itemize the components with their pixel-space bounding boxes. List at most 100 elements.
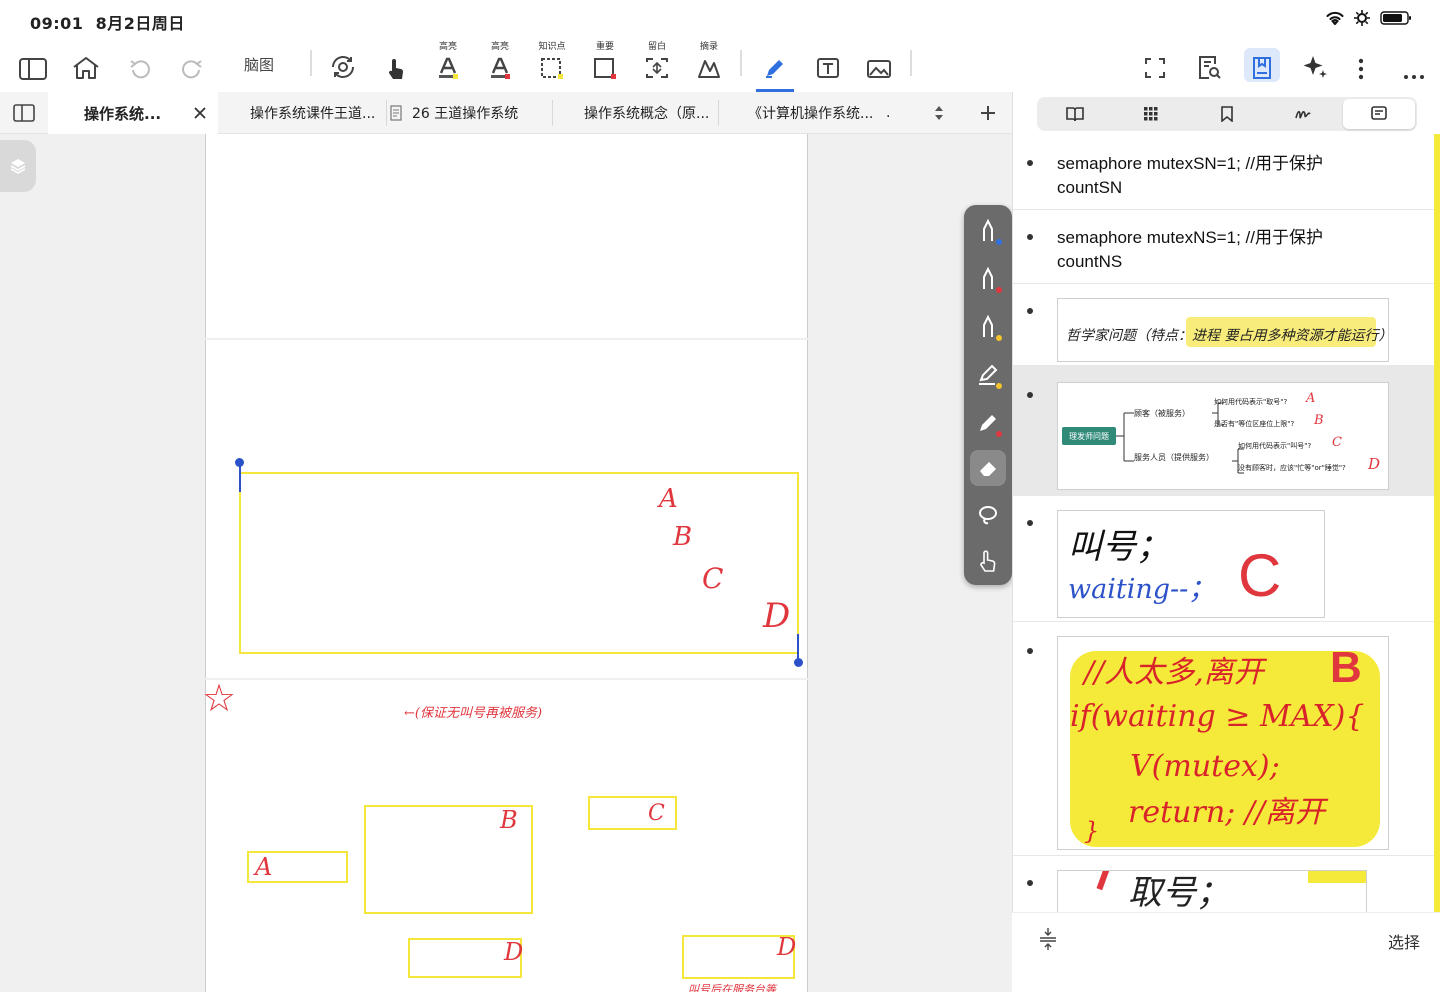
tab-os-courseware[interactable]: 操作系统课件王道...: [250, 92, 386, 134]
tab-divider: [552, 100, 553, 126]
mindmap-branch-server: 服务人员（提供服务）: [1134, 453, 1214, 462]
tab-computer-os[interactable]: 《计算机操作系统...: [748, 92, 873, 134]
mindmap-leaf: 是否有"等位区座位上限"?: [1214, 420, 1295, 428]
mindmap-thumbnail[interactable]: 理发师问题 顾客（被服务） 服务人员（提供服务） 如何用代码表示"取号"? 是否…: [1057, 382, 1389, 490]
more-horizontal-button[interactable]: [1400, 38, 1428, 92]
eraser-button[interactable]: [970, 450, 1006, 486]
pencil-button[interactable]: [970, 405, 1006, 441]
tab-bookmarks[interactable]: [1191, 99, 1263, 129]
pencil-icon: [980, 415, 996, 431]
more-vertical-button[interactable]: [1350, 38, 1372, 92]
ai-assistant-button[interactable]: [1300, 38, 1330, 92]
tab-sort-button[interactable]: [928, 92, 950, 134]
undo-icon: [130, 60, 150, 79]
fullscreen-button[interactable]: [1140, 38, 1170, 92]
mindmap-mark-a: A: [1306, 391, 1316, 406]
collapse-button[interactable]: [1038, 927, 1058, 955]
document-canvas[interactable]: A B C D ☆ ←(保证无叫号再被服务) A B C D D 叫号后在服务台…: [0, 134, 1012, 992]
more-horizontal-icon: [1404, 75, 1424, 79]
partial-thumbnail[interactable]: 取号；: [1057, 870, 1367, 912]
panel-view-switcher: [1037, 97, 1417, 131]
important-button[interactable]: 重要: [590, 38, 620, 92]
tab-grid-view[interactable]: [1115, 99, 1187, 129]
note-item[interactable]: 哲学家问题（特点：进程 要占用多种资源才能运行）: [1013, 284, 1435, 366]
split-view-button[interactable]: [0, 92, 48, 134]
blank-space-button[interactable]: 留白: [642, 38, 672, 92]
select-button[interactable]: 选择: [1388, 929, 1420, 953]
mindmap-branch-customer: 顾客（被服务）: [1134, 409, 1190, 418]
close-tab-icon[interactable]: [194, 107, 206, 119]
knowledge-box-icon: [541, 58, 563, 79]
sort-arrows-icon: [935, 106, 943, 120]
image-icon: [867, 60, 891, 78]
notebook-button[interactable]: [1244, 38, 1280, 92]
code-thumbnail[interactable]: //人太多,离开 B if(waiting ≥ MAX){ V(mutex); …: [1057, 636, 1389, 850]
note-item-selected[interactable]: 理发师问题 顾客（被服务） 服务人员（提供服务） 如何用代码表示"取号"? 是否…: [1013, 366, 1435, 496]
notebook-icon: [1253, 57, 1271, 79]
sidebar-toggle-button[interactable]: [16, 38, 50, 92]
search-document-button[interactable]: [1194, 38, 1224, 92]
tab-notes[interactable]: [1343, 99, 1415, 129]
highlighter-button[interactable]: [970, 357, 1006, 393]
blank-space-icon: [646, 58, 668, 78]
note-item[interactable]: 取号；: [1013, 856, 1435, 916]
notes-footer: 选择: [1012, 912, 1440, 992]
excerpt-button[interactable]: 摘录: [694, 38, 724, 92]
text-box-button[interactable]: [814, 38, 842, 92]
document-search-icon: [1199, 56, 1221, 79]
tab-os-concepts[interactable]: 操作系统概念（原...: [584, 92, 718, 134]
mindmap-leaf: 没有顾客时，应该"忙等"or"睡觉"?: [1238, 464, 1346, 472]
selection-handle-start[interactable]: [239, 464, 241, 492]
battery-icon: [1380, 11, 1411, 25]
sync-button[interactable]: [328, 38, 358, 92]
tab-os-active[interactable]: 操作系统...: [48, 92, 218, 134]
excerpt-thumbnail[interactable]: 哲学家问题（特点：进程 要占用多种资源才能运行）: [1057, 298, 1389, 362]
collapse-icon: [1040, 928, 1056, 950]
layers-button[interactable]: [0, 140, 36, 192]
handwritten-bottom-note: 叫号后在服务台等: [688, 983, 776, 992]
note-item[interactable]: 叫号； waiting--； C: [1013, 496, 1435, 622]
knowledge-point-button[interactable]: 知识点: [536, 38, 568, 92]
note-text: semaphore mutexSN=1; //用于保护 countSN: [1057, 154, 1323, 197]
pen-yellow-button[interactable]: [970, 309, 1006, 345]
mindmap-button[interactable]: 脑图: [238, 38, 280, 92]
handwritten-b: B: [673, 522, 693, 552]
more-vertical-icon: [1358, 58, 1364, 80]
note-item[interactable]: semaphore mutexNS=1; //用于保护 countNS: [1013, 210, 1435, 284]
lasso-button[interactable]: [970, 497, 1006, 533]
toolbar-divider: [910, 50, 912, 76]
highlight-red-button[interactable]: 高亮: [486, 38, 514, 92]
tab-handwriting[interactable]: [1267, 99, 1339, 129]
note-item[interactable]: semaphore mutexSN=1; //用于保护 countSN: [1013, 136, 1435, 210]
notes-scrollbar[interactable]: [1434, 134, 1440, 914]
pdf-page[interactable]: [205, 134, 808, 338]
pen-tool-button[interactable]: [756, 38, 794, 92]
note-item[interactable]: //人太多,离开 B if(waiting ≥ MAX){ V(mutex); …: [1013, 622, 1435, 856]
notes-panel: semaphore mutexSN=1; //用于保护 countSN sema…: [1012, 92, 1440, 992]
fountain-pen-icon: [983, 219, 993, 241]
image-button[interactable]: [864, 38, 894, 92]
handwriting-thumbnail[interactable]: 叫号； waiting--； C: [1057, 510, 1325, 618]
undo-button[interactable]: [128, 38, 152, 92]
hand-tool-button[interactable]: [384, 38, 408, 92]
pen-red-button[interactable]: [970, 261, 1006, 297]
tab-doc-icon: [390, 92, 408, 134]
pen-blue-button[interactable]: [970, 213, 1006, 249]
redo-icon: [182, 60, 202, 79]
pointer-hand-icon: [388, 59, 404, 79]
redo-button[interactable]: [180, 38, 204, 92]
home-button[interactable]: [70, 38, 102, 92]
tab-divider: [386, 100, 387, 126]
tab-book-view[interactable]: [1039, 99, 1111, 129]
hand-button[interactable]: [970, 543, 1006, 579]
pdf-page[interactable]: ☆ ←(保证无叫号再被服务) A B C D D 叫号后在服务台等: [202, 676, 808, 992]
new-tab-button[interactable]: [976, 92, 1000, 134]
code-line: if(waiting ≥ MAX){: [1070, 699, 1365, 734]
eraser-icon: [980, 462, 996, 476]
tab-wangdao-os[interactable]: 26 王道操作系统: [412, 92, 552, 134]
wifi-icon: [1326, 11, 1344, 25]
pdf-page[interactable]: A B C D: [205, 340, 808, 678]
code-line: //人太多,离开: [1084, 655, 1264, 690]
highlight-yellow-button[interactable]: 高亮: [434, 38, 462, 92]
sync-settings-icon: [332, 56, 354, 78]
